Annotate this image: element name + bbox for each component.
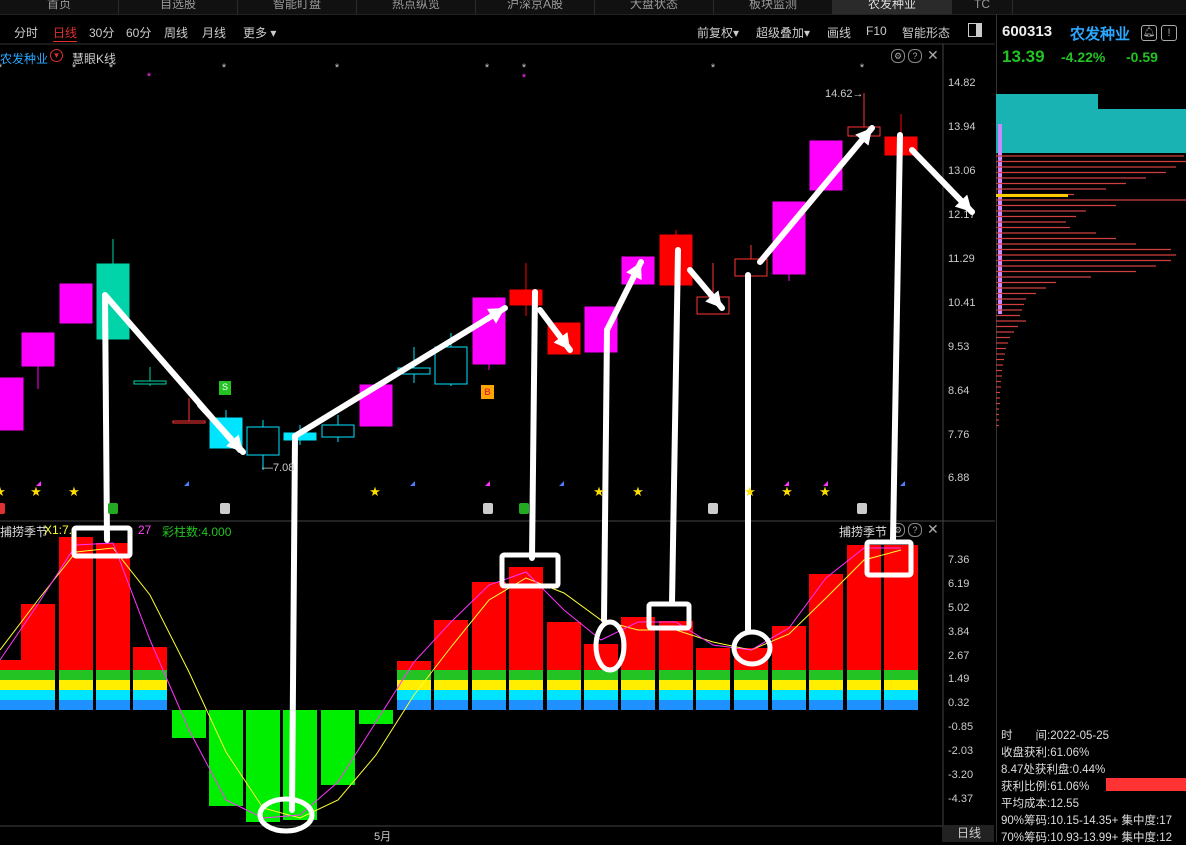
- signal-icon: [519, 503, 529, 514]
- annotation-arrow: [909, 147, 975, 215]
- candle: [133, 367, 167, 386]
- profit-ratio-bar: [1106, 778, 1186, 791]
- signal-icon: [708, 503, 718, 514]
- flag-icon: [410, 481, 415, 486]
- sub-bar: [696, 648, 730, 710]
- asterisk-icon: *: [147, 71, 152, 83]
- flag-icon: [184, 481, 189, 486]
- sub-bar: [621, 617, 655, 710]
- alert-icon[interactable]: !: [1161, 25, 1177, 41]
- flag-icon: [900, 481, 905, 486]
- low-label: —7.08: [262, 462, 295, 474]
- chip-70: 70%筹码:10.93-13.99+ 集中度:12: [1001, 832, 1172, 844]
- asterisk-icon: *: [485, 62, 490, 74]
- change-amount: -0.59: [1126, 49, 1158, 65]
- chip-band: [996, 94, 1098, 109]
- asterisk-icon: *: [711, 62, 716, 74]
- asterisk-icon: *: [109, 62, 114, 74]
- sub-bar: [434, 620, 468, 710]
- asterisk-icon: *: [522, 72, 527, 84]
- star-icon: ★: [0, 484, 6, 499]
- annotation-line: [669, 247, 681, 606]
- star-icon: ★: [819, 484, 831, 499]
- sub-bar: [21, 604, 55, 710]
- candle: [0, 377, 24, 431]
- last-price: 13.39: [1002, 47, 1045, 66]
- asterisk-icon: *: [72, 62, 77, 74]
- annotation-line: [890, 132, 903, 543]
- stock-name: 农发种业: [1070, 26, 1131, 43]
- sub-bar: [847, 545, 881, 710]
- signal-icon: [483, 503, 493, 514]
- asterisk-icon: *: [335, 62, 340, 74]
- sub-bar: [547, 622, 581, 710]
- change-percent: -4.22%: [1061, 49, 1106, 65]
- star-icon: ★: [632, 484, 644, 499]
- flag-icon: [485, 481, 490, 486]
- sub-bar: [96, 543, 130, 710]
- high-label: 14.62→: [825, 88, 864, 100]
- asterisk-icon: *: [860, 62, 865, 74]
- candle: [21, 332, 55, 389]
- sub-bar: [321, 710, 355, 785]
- chip-ratio: 获利比例:61.06%: [1001, 781, 1090, 793]
- sub-bar: [209, 710, 243, 806]
- candle: [96, 239, 130, 340]
- star-icon: ★: [68, 484, 80, 499]
- sub-bar: [397, 661, 431, 710]
- annotation-line: [529, 289, 538, 561]
- chip-distribution: [996, 94, 1186, 427]
- chip-time: 时 间:2022-05-25: [1001, 730, 1110, 742]
- chip-profit: 收盘获利:61.06%: [1001, 747, 1090, 759]
- asterisk-icon: *: [222, 62, 227, 74]
- chip-at-price: 8.47处获利盘:0.44%: [1001, 764, 1106, 776]
- stock-chart-canvas[interactable]: ★★★★★★★★★***********: [0, 0, 995, 842]
- chip-band: [996, 109, 1186, 153]
- sub-bar: [472, 582, 506, 710]
- signal-icon: [857, 503, 867, 514]
- star-icon: ★: [593, 484, 605, 499]
- annotation-line: [601, 327, 610, 623]
- sub-bar: [584, 644, 618, 710]
- chip-range: [998, 124, 1002, 314]
- signal-icon: [108, 503, 118, 514]
- sub-bar: [133, 647, 167, 710]
- chip-avg-cost: 平均成本:12.55: [1001, 798, 1079, 810]
- bell-icon[interactable]: 🔔︎: [1141, 25, 1157, 41]
- star-icon: ★: [781, 484, 793, 499]
- signal-icon: [220, 503, 230, 514]
- sub-bar: [0, 660, 24, 710]
- chip-90: 90%筹码:10.15-14.35+ 集中度:17: [1001, 815, 1172, 827]
- star-icon: ★: [369, 484, 381, 499]
- signal-icon: [0, 503, 5, 514]
- sell-marker: S: [219, 381, 231, 395]
- asterisk-icon: *: [0, 62, 3, 74]
- flag-icon: [559, 481, 564, 486]
- annotation-arrow: [292, 305, 508, 439]
- star-icon: ★: [744, 484, 756, 499]
- star-icon: ★: [30, 484, 42, 499]
- stock-code: 600313: [1002, 23, 1053, 40]
- candle: [59, 283, 93, 324]
- avg-cost-line: [996, 194, 1068, 197]
- sub-bar: [172, 710, 206, 738]
- buy-marker: B: [481, 385, 494, 399]
- annotation-line: [289, 433, 298, 813]
